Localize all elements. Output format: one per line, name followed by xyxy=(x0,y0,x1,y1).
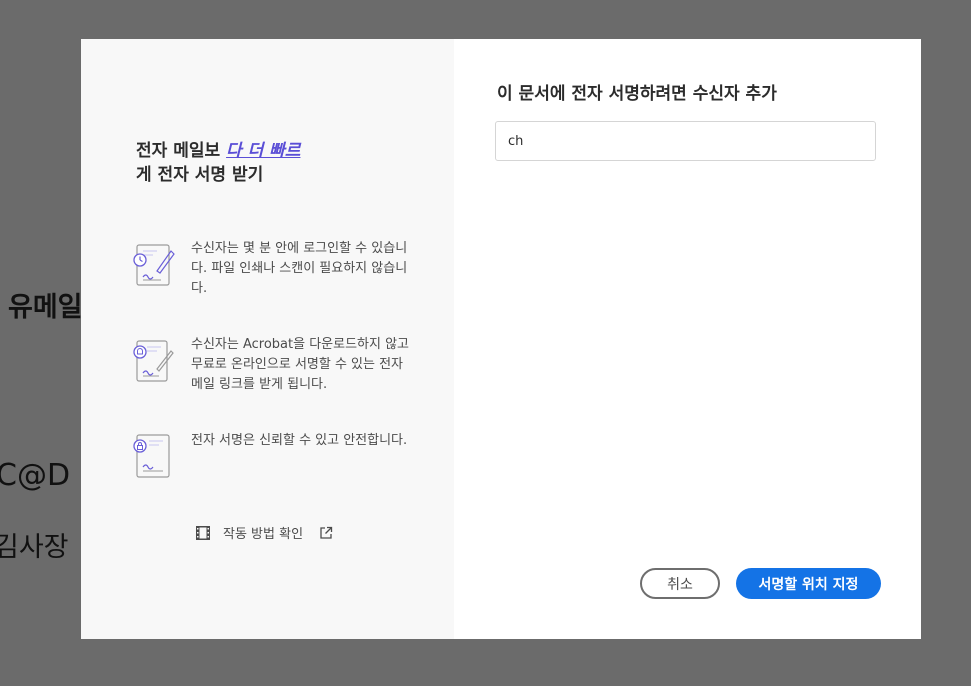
feature-item-quick-login: 수신자는 몇 분 안에 로그인할 수 있습니다. 파일 인쇄나 스캔이 필요하지… xyxy=(127,239,417,299)
how-it-works-link[interactable]: 작동 방법 확인 xyxy=(195,523,333,542)
how-it-works-label: 작동 방법 확인 xyxy=(223,527,304,542)
promo-panel: 전자 메일보 다 더 빠르 게 전자 서명 받기 수신자는 몇 분 안에 로그인… xyxy=(81,39,454,639)
cancel-button[interactable]: 취소 xyxy=(640,568,720,599)
background-text-1: 유메일 xyxy=(8,292,83,323)
feature-text: 전자 서명은 신뢰할 수 있고 안전합니다. xyxy=(191,433,408,448)
bell-document-signature-icon xyxy=(133,340,174,382)
external-link-icon xyxy=(320,526,333,539)
promo-title-accent: 다 더 빠르 xyxy=(226,141,301,161)
feature-text: 수신자는 Acrobat을 다운로드하지 않고 무료로 온라인으로 서명할 수 … xyxy=(191,337,410,392)
promo-title-before: 전자 메일보 xyxy=(136,141,227,161)
recipient-email-input[interactable] xyxy=(495,121,876,161)
film-icon xyxy=(196,525,210,540)
specify-signature-location-button[interactable]: 서명할 위치 지정 xyxy=(736,568,881,599)
lock-document-icon xyxy=(133,434,170,478)
feature-text: 수신자는 몇 분 안에 로그인할 수 있습니다. 파일 인쇄나 스캔이 필요하지… xyxy=(191,241,408,296)
stopwatch-signature-icon xyxy=(133,244,175,286)
promo-title-after: 게 전자 서명 받기 xyxy=(136,165,264,185)
promo-title: 전자 메일보 다 더 빠르 게 전자 서명 받기 xyxy=(136,139,366,187)
background-text-2: C@D xyxy=(0,458,71,493)
send-for-signature-dialog: 전자 메일보 다 더 빠르 게 전자 서명 받기 수신자는 몇 분 안에 로그인… xyxy=(81,39,921,639)
feature-item-no-download: 수신자는 Acrobat을 다운로드하지 않고 무료로 온라인으로 서명할 수 … xyxy=(127,335,417,395)
background-text-3: 김사장 xyxy=(0,532,69,563)
recipient-panel: 이 문서에 전자 서명하려면 수신자 추가 취소 서명할 위치 지정 xyxy=(454,39,921,639)
recipient-panel-title: 이 문서에 전자 서명하려면 수신자 추가 xyxy=(497,84,777,104)
feature-item-secure: 전자 서명은 신뢰할 수 있고 안전합니다. xyxy=(127,431,417,483)
